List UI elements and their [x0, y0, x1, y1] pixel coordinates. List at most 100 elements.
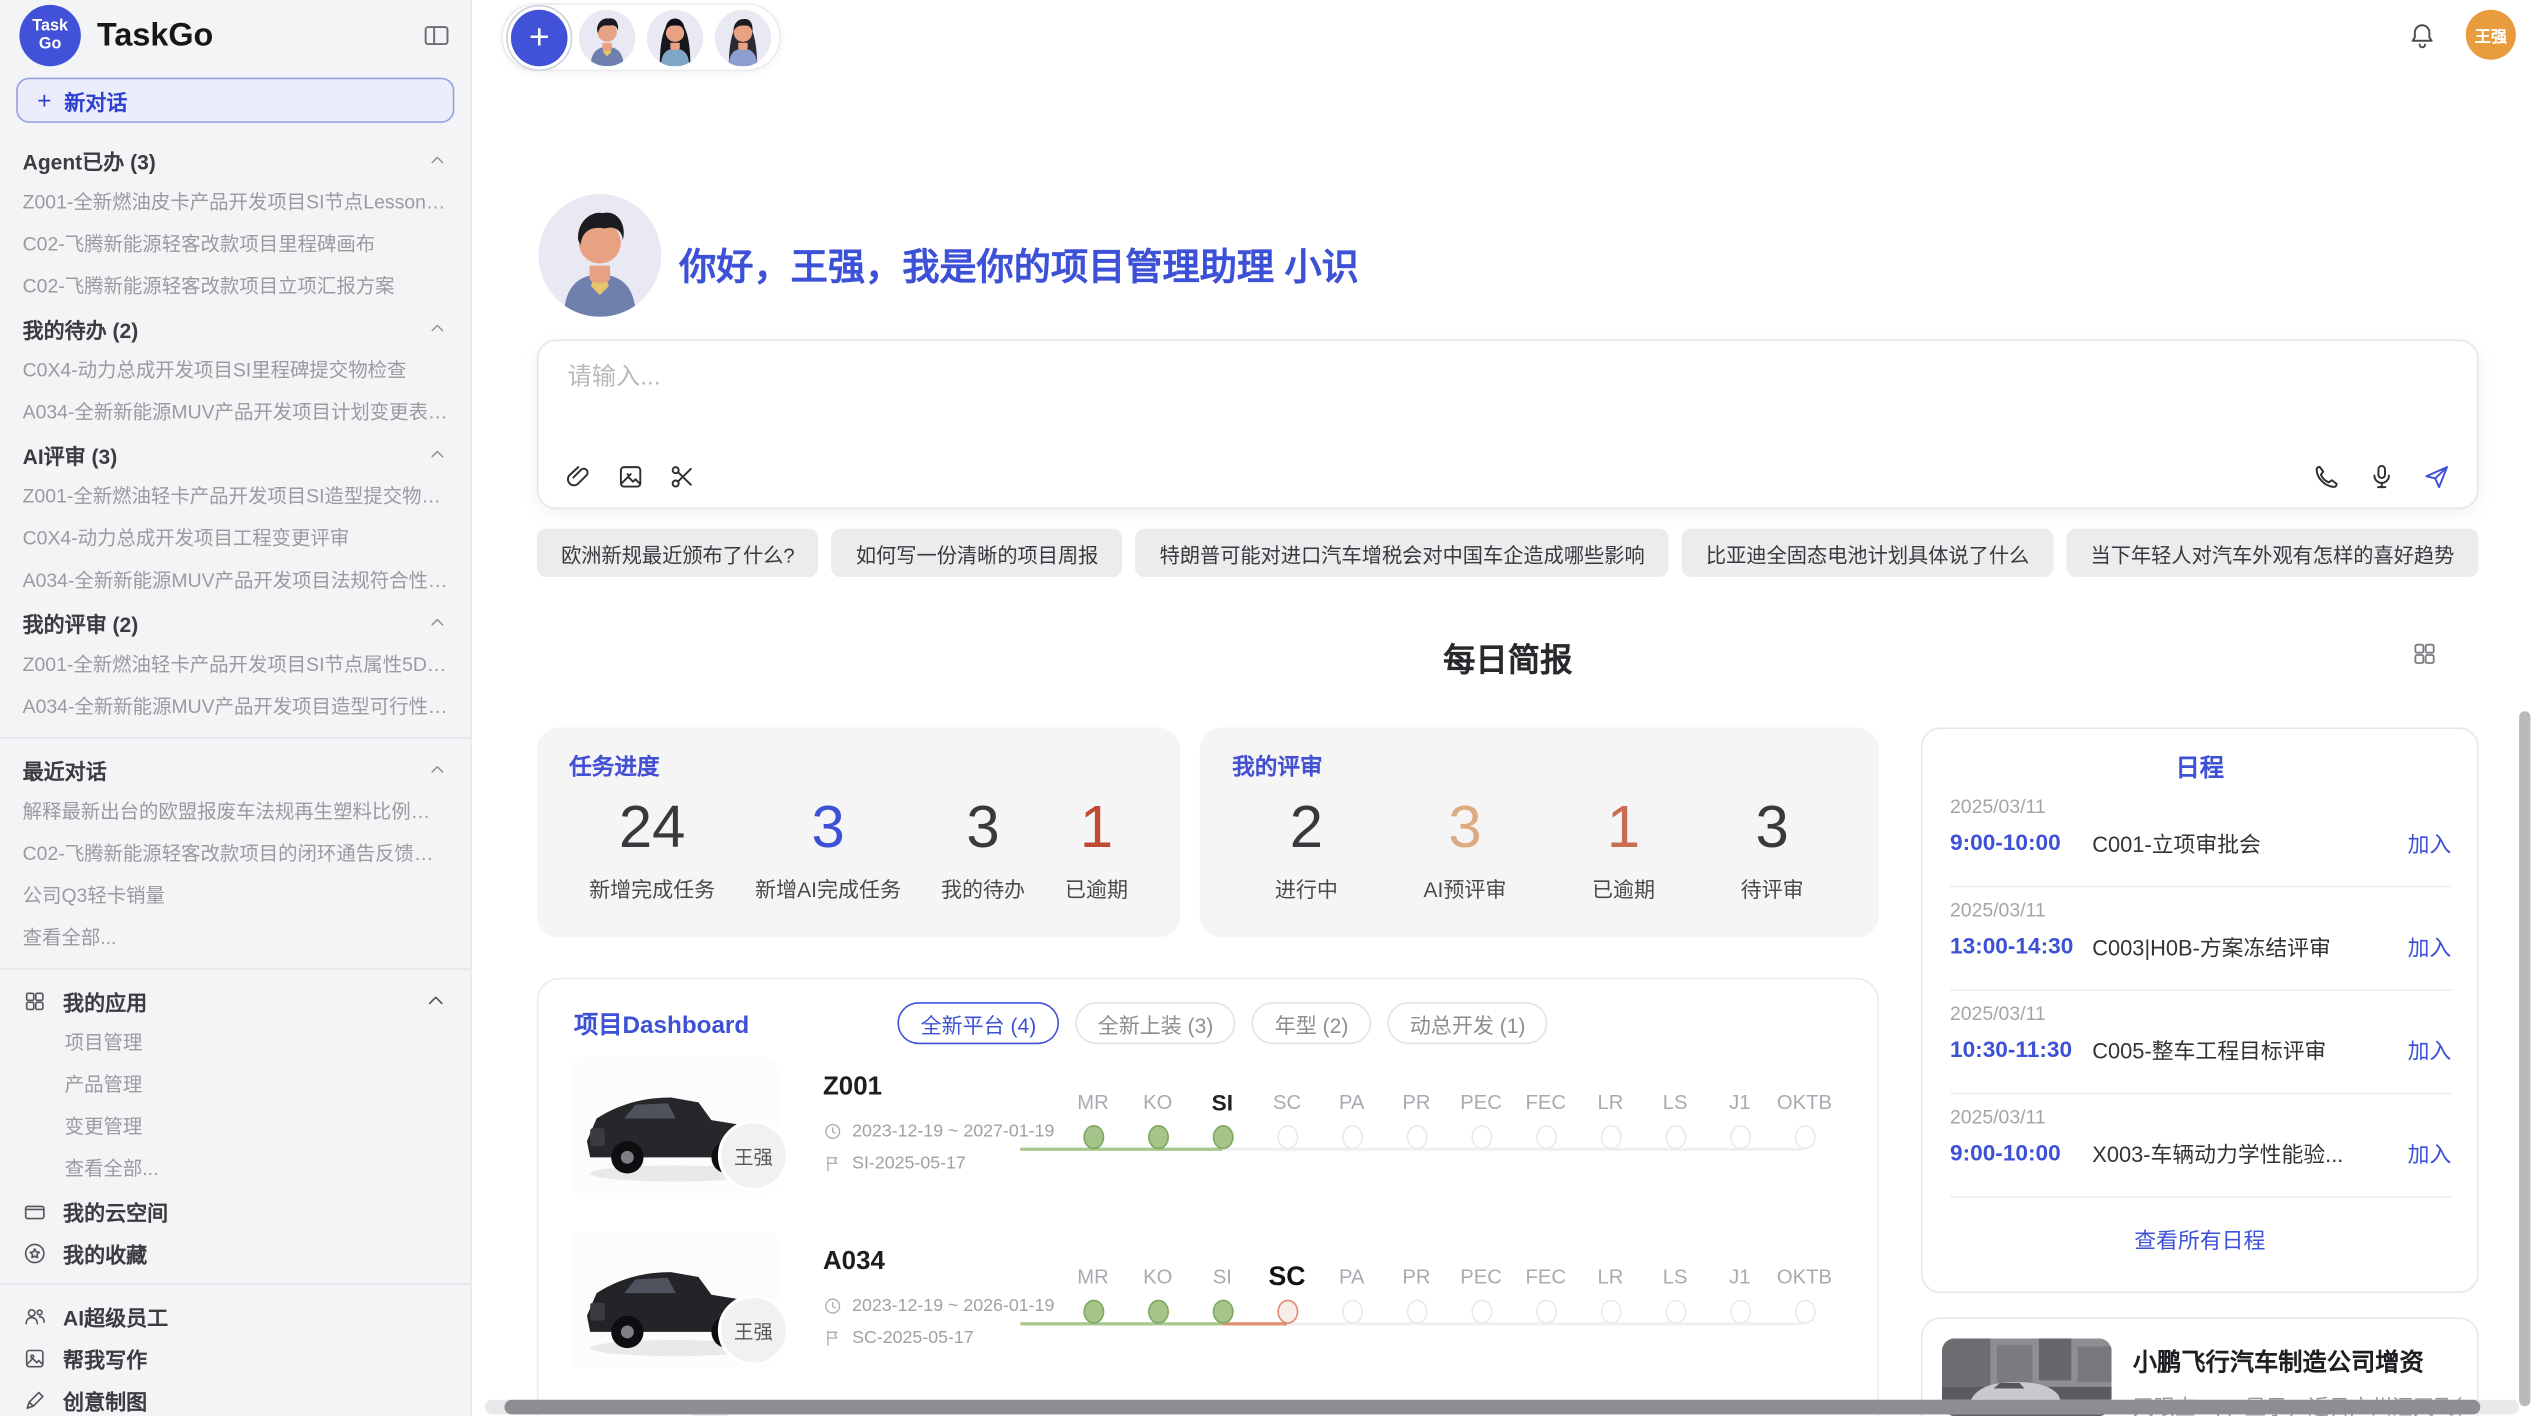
milestone-dot [1277, 1125, 1298, 1149]
add-agent-button[interactable]: + [511, 9, 568, 66]
list-item[interactable]: C0X4-动力总成开发项目SI里程碑提交物检查 [0, 349, 471, 391]
list-item[interactable]: Z001-全新燃油轻卡产品开发项目SI造型提交物评审 [0, 475, 471, 517]
suggestion-chip[interactable]: 比亚迪全固态电池计划具体说了什么 [1682, 529, 2054, 577]
sidebar-item-project-mgmt[interactable]: 项目管理 [0, 1022, 471, 1064]
send-icon[interactable] [2422, 462, 2451, 491]
stat-value: 3 [755, 792, 901, 863]
event-date: 2025/03/11 [1950, 1002, 2451, 1025]
bell-icon[interactable] [2408, 20, 2437, 49]
milestone-dot [1341, 1300, 1362, 1324]
milestone-label: PR [1402, 1261, 1430, 1293]
event-time: 9:00-10:00 [1950, 1140, 2092, 1166]
section-ai-review[interactable]: AI评审 (3) [0, 433, 471, 475]
milestone-dot [1212, 1125, 1233, 1149]
milestone-dot [1794, 1125, 1815, 1149]
milestone-label: LR [1597, 1086, 1623, 1118]
section-my-todo[interactable]: 我的待办 (2) [0, 307, 471, 349]
list-item[interactable]: C0X4-动力总成开发项目工程变更评审 [0, 517, 471, 559]
milestone-label: MR [1077, 1086, 1108, 1118]
card-title: 我的评审 [1232, 750, 1846, 782]
event-name: C001-立项审批会 [2092, 826, 2407, 858]
sidebar-item-favorites[interactable]: 我的收藏 [0, 1232, 471, 1274]
view-all-link[interactable]: 查看全部... [0, 1148, 471, 1190]
suggestion-chip[interactable]: 如何写一份清晰的项目周报 [832, 529, 1123, 577]
tab-new-platform[interactable]: 全新平台 (4) [898, 1002, 1059, 1044]
sidebar-item-cloud-space[interactable]: 我的云空间 [0, 1190, 471, 1232]
tab-new-body[interactable]: 全新上装 (3) [1075, 1002, 1236, 1044]
project-row-a034[interactable]: 王强 A034 2023-12-19 ~ 2026-01-19 SC-2025-… [538, 1228, 1878, 1403]
list-item[interactable]: C02-飞腾新能源轻客改款项目的闭环通告反馈情况 [0, 832, 471, 874]
milestone-dot [1794, 1300, 1815, 1324]
section-recent-chats[interactable]: 最近对话 [0, 748, 471, 790]
project-code: A034 [823, 1248, 885, 1277]
section-agent-done[interactable]: Agent已办 (3) [0, 139, 471, 181]
stat-my-todo: 3 我的待办 [941, 792, 1025, 904]
stat-value: 1 [1065, 792, 1128, 863]
chat-input-card [537, 339, 2479, 509]
sidebar-item-creative-draw[interactable]: 创意制图 [0, 1379, 471, 1416]
join-link[interactable]: 加入 [2408, 1136, 2452, 1168]
horizontal-scrollbar-thumb[interactable] [504, 1400, 2480, 1415]
view-all-link[interactable]: 查看全部... [0, 916, 471, 958]
list-item[interactable]: C02-飞腾新能源轻客改款项目立项汇报方案 [0, 265, 471, 307]
tab-powertrain[interactable]: 动总开发 (1) [1387, 1002, 1548, 1044]
stat-label: AI预评审 [1423, 873, 1506, 904]
join-link[interactable]: 加入 [2408, 826, 2452, 858]
collapse-sidebar-icon[interactable] [422, 21, 451, 50]
list-item[interactable]: 公司Q3轻卡销量 [0, 874, 471, 916]
suggestion-chip[interactable]: 当下年轻人对汽车外观有怎样的喜好趋势 [2066, 529, 2478, 577]
user-avatar[interactable]: 王强 [2466, 10, 2516, 60]
list-item[interactable]: Z001-全新燃油皮卡产品开发项目SI节点Lesson Learn报告 [0, 181, 471, 223]
suggestion-chip[interactable]: 欧洲新规最近颁布了什么? [537, 529, 819, 577]
sidebar-item-ai-staff[interactable]: AI超级员工 [0, 1295, 471, 1337]
list-item[interactable]: Z001-全新燃油轻卡产品开发项目SI节点属性5D文件评审 [0, 643, 471, 685]
microphone-icon[interactable] [2367, 462, 2396, 491]
chat-input[interactable] [568, 364, 2448, 391]
new-chat-button[interactable]: + 新对话 [16, 78, 454, 123]
stat-label: 已逾期 [1592, 873, 1655, 904]
divider [0, 968, 471, 970]
milestone-label-current: SI [1212, 1086, 1233, 1118]
list-item[interactable]: A034-全新新能源MUV产品开发项目计划变更表编写 [0, 391, 471, 433]
section-my-review[interactable]: 我的评审 (2) [0, 601, 471, 643]
image-upload-icon[interactable] [616, 462, 645, 491]
milestone-label: PEC [1460, 1086, 1502, 1118]
daily-briefing-title: 每日简报 [537, 634, 2479, 681]
scissors-icon[interactable] [668, 462, 697, 491]
list-item[interactable]: 解释最新出台的欧盟报废车法规再生塑料比例被调至15%... [0, 790, 471, 832]
project-dates: 2023-12-19 ~ 2026-01-19 [823, 1296, 1054, 1315]
sidebar-item-product-mgmt[interactable]: 产品管理 [0, 1064, 471, 1106]
agent-avatar-1[interactable] [579, 9, 636, 66]
suggestion-chip[interactable]: 特朗普可能对进口汽车增税会对中国车企造成哪些影响 [1135, 529, 1669, 577]
my-apps-label: 我的应用 [63, 985, 147, 1016]
horizontal-scrollbar-track[interactable] [485, 1400, 2519, 1415]
agent-avatar-3[interactable] [715, 9, 772, 66]
pen-icon [23, 1388, 47, 1412]
join-link[interactable]: 加入 [2408, 929, 2452, 961]
stat-label: 我的待办 [941, 873, 1025, 904]
app-title: TaskGo [97, 17, 422, 54]
join-link[interactable]: 加入 [2408, 1033, 2452, 1065]
vertical-scrollbar-thumb[interactable] [2519, 711, 2530, 1406]
schedule-event: 2025/03/11 10:30-11:30 C005-整车工程目标评审 加入 [1950, 991, 2451, 1094]
phone-icon[interactable] [2312, 462, 2341, 491]
milestone-track: MR KO SI SC PA PR PEC FEC LR LS J1 OKTB [1061, 1086, 1837, 1177]
sidebar-item-change-mgmt[interactable]: 变更管理 [0, 1106, 471, 1148]
list-item[interactable]: A034-全新新能源MUV产品开发项目法规符合性评审 [0, 559, 471, 601]
view-all-schedule-link[interactable]: 查看所有日程 [1922, 1222, 2477, 1254]
attachment-icon[interactable] [564, 462, 593, 491]
project-flag-milestone: SI-2025-05-17 [823, 1154, 966, 1173]
tab-model-year[interactable]: 年型 (2) [1252, 1002, 1371, 1044]
project-row-z001[interactable]: 王强 Z001 2023-12-19 ~ 2027-01-19 SI-2025-… [538, 1054, 1878, 1229]
list-item[interactable]: A034-全新新能源MUV产品开发项目造型可行性评审 [0, 685, 471, 727]
image-doc-icon [23, 1346, 47, 1370]
stat-value: 2 [1275, 792, 1338, 863]
ai-staff-label: AI超级员工 [63, 1300, 168, 1331]
sidebar-item-my-apps[interactable]: 我的应用 [0, 980, 471, 1022]
new-chat-label: 新对话 [64, 85, 127, 116]
layout-grid-icon[interactable] [2411, 640, 2438, 667]
sidebar-item-help-write[interactable]: 帮我写作 [0, 1337, 471, 1379]
list-item[interactable]: C02-飞腾新能源轻客改款项目里程碑画布 [0, 223, 471, 265]
agent-avatar-2[interactable] [647, 9, 704, 66]
section-label: 我的待办 (2) [23, 313, 139, 344]
